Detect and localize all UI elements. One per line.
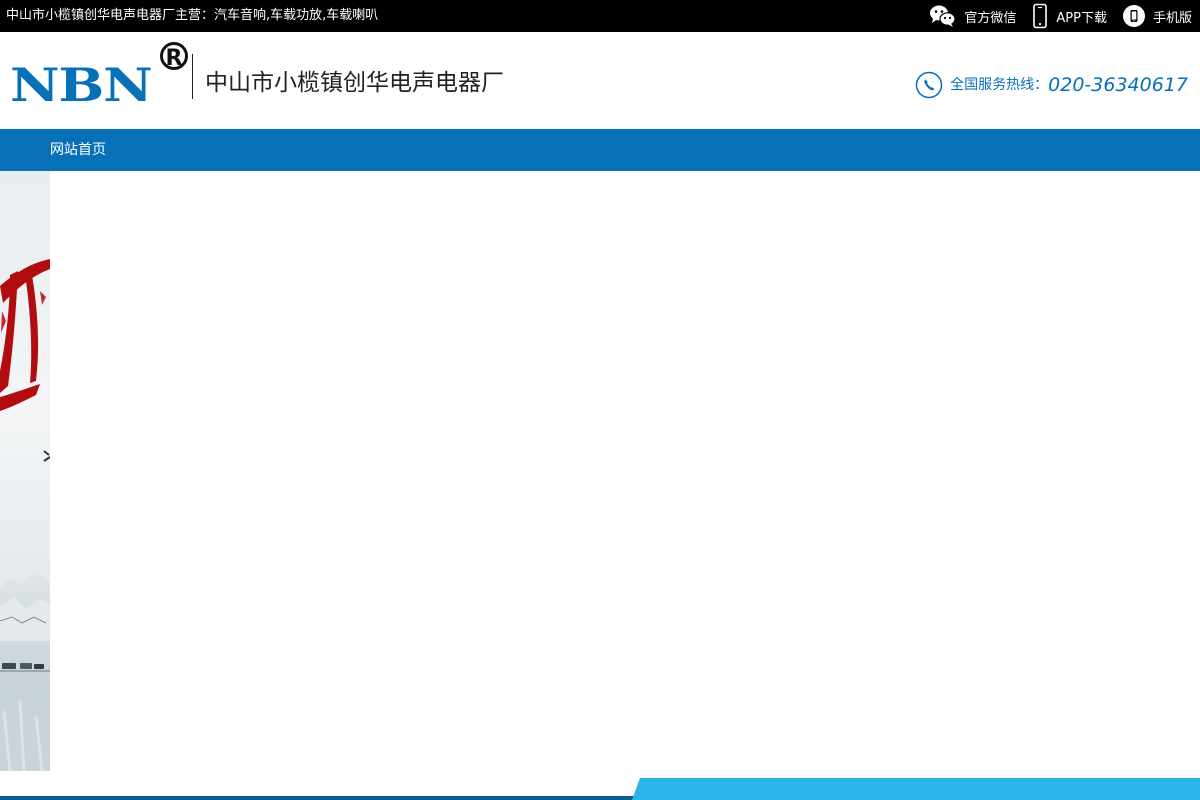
service-hotline: 全国服务热线： 020-36340617: [915, 70, 1188, 100]
hotline-number: 020-36340617: [1048, 74, 1188, 96]
footer-stripe-shape: [0, 778, 1200, 800]
phone-icon: [915, 71, 943, 99]
banner-image: [0, 171, 50, 771]
registered-trademark-icon: R: [160, 42, 188, 71]
mobile-site-link[interactable]: 手机版: [1122, 5, 1192, 27]
nav-item-home[interactable]: 网站首页: [50, 129, 106, 171]
logo-divider: [192, 54, 193, 99]
main-nav: 网站首页: [0, 129, 1200, 171]
footer-decoration: [0, 778, 1200, 800]
banner-artwork: [0, 259, 50, 771]
mobile-site-icon: [1122, 5, 1145, 27]
topbar-links: 官方微信 APP下载 手机版: [929, 0, 1200, 32]
app-download-link[interactable]: APP下载: [1032, 3, 1107, 29]
wechat-icon: [930, 5, 956, 27]
company-name: 中山市小榄镇创华电声电器厂: [205, 70, 504, 96]
logo-wordmark: NBN: [10, 58, 153, 112]
mobile-site-label: 手机版: [1152, 10, 1192, 26]
official-wechat-label: 官方微信: [964, 10, 1017, 26]
app-download-label: APP下载: [1056, 10, 1107, 26]
topbar-intro-text: 中山市小榄镇创华电声电器厂主营：汽车音响,车载功放,车载喇叭: [6, 8, 379, 23]
company-logo[interactable]: NBN R: [10, 42, 195, 117]
hotline-label: 全国服务热线：: [950, 77, 1049, 93]
official-wechat-link[interactable]: 官方微信: [929, 4, 1016, 28]
site-header: NBN R 中山市小榄镇创华电声电器厂 全国服务热线： 020-36340617: [0, 32, 1200, 129]
top-bar: 中山市小榄镇创华电声电器厂主营：汽车音响,车载功放,车载喇叭 官方微信 APP下…: [0, 0, 1200, 32]
smartphone-icon: [1033, 3, 1048, 29]
